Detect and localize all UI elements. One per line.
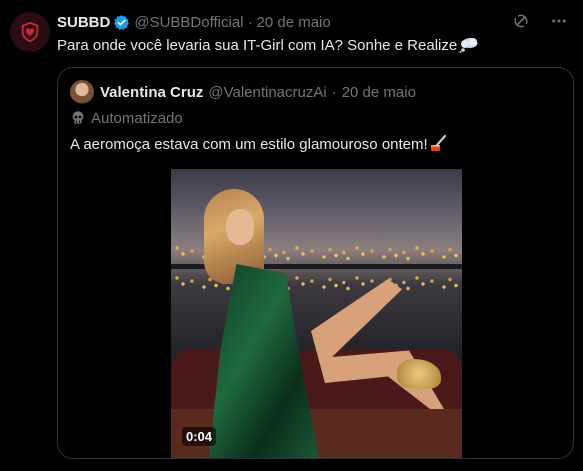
quoted-author-avatar[interactable] — [70, 80, 94, 104]
lipstick-brush-emoji-icon — [429, 134, 447, 158]
tweet-text: Para onde você levaria sua IT-Girl com I… — [57, 37, 458, 54]
tweet-date[interactable]: 20 de maio — [257, 14, 331, 31]
separator-dot: · — [247, 13, 253, 31]
video-player[interactable]: 0:04 — [171, 169, 462, 458]
figure-face — [226, 209, 254, 245]
quoted-tweet[interactable]: Valentina Cruz @ValentinacruzAi · 20 de … — [57, 67, 574, 459]
quoted-author-handle[interactable]: @ValentinacruzAi — [208, 84, 326, 101]
quoted-tweet-body: A aeromoça estava com um estilo glamouro… — [70, 134, 447, 158]
quoted-tweet-date[interactable]: 20 de maio — [342, 84, 416, 101]
thought-balloon-emoji-icon — [459, 37, 479, 59]
quoted-author-name[interactable]: Valentina Cruz — [100, 84, 203, 101]
tweet-header: SUBBD @SUBBDofficial · 20 de maio — [57, 12, 331, 32]
verified-badge-icon[interactable] — [113, 14, 130, 31]
grok-icon[interactable] — [511, 11, 531, 31]
author-name[interactable]: SUBBD — [57, 14, 110, 31]
author-avatar[interactable] — [10, 12, 50, 52]
author-handle[interactable]: @SUBBDofficial — [134, 14, 243, 31]
video-duration-badge: 0:04 — [182, 427, 217, 446]
tweet-actions — [511, 11, 569, 31]
tweet-body: Para onde você levaria sua IT-Girl com I… — [57, 36, 479, 59]
robot-icon — [70, 110, 86, 126]
quoted-tweet-header: Valentina Cruz @ValentinacruzAi · 20 de … — [70, 80, 416, 104]
automated-text: Automatizado — [91, 109, 183, 127]
quoted-tweet-text: A aeromoça estava com um estilo glamouro… — [70, 136, 428, 153]
subbd-logo-icon — [21, 21, 39, 43]
separator-dot: · — [331, 83, 337, 101]
automated-label: Automatizado — [70, 108, 183, 128]
more-options-icon[interactable] — [549, 11, 569, 31]
